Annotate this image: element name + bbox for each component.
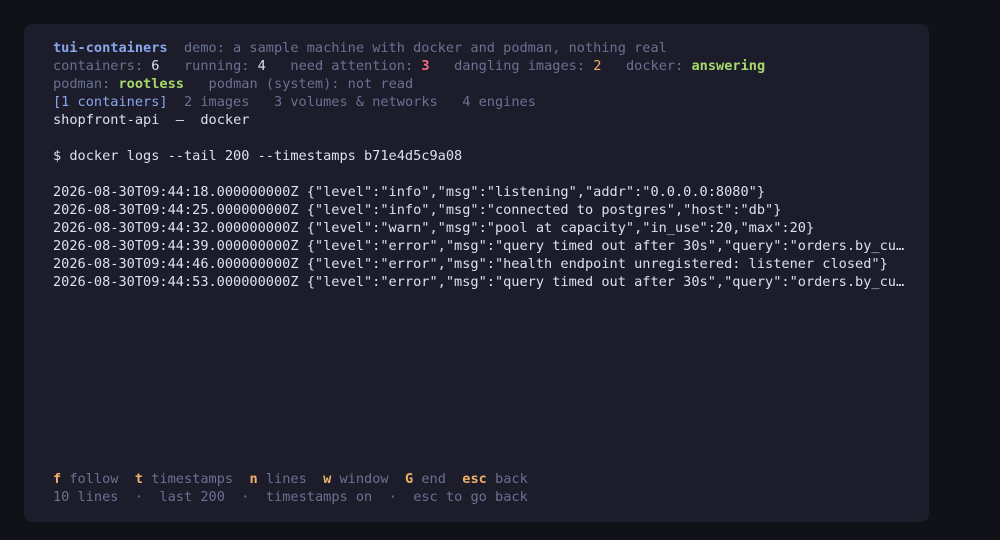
log-line: 2026-08-30T09:44:18.000000000Z {"level":… — [53, 184, 766, 200]
tail-count: last 200 — [159, 489, 225, 505]
podman-system-label: podman (system): — [208, 76, 340, 92]
footer-separator: · — [388, 489, 397, 505]
header-line: tui-containers demo: a sample machine wi… — [53, 39, 909, 57]
tab-containers[interactable]: [1 containers] — [53, 94, 168, 110]
engines-line: podman: rootless podman (system): not re… — [53, 75, 909, 93]
keybinding-bar: f follow t timestamps n lines w window G… — [53, 470, 528, 488]
key-window-label: window — [339, 471, 389, 487]
key-lines-label: lines — [265, 471, 307, 487]
podman-label: podman: — [53, 76, 111, 92]
podman-status: rootless — [118, 76, 184, 92]
engine-name: docker — [200, 112, 250, 128]
context-separator: — — [175, 112, 184, 128]
back-hint: esc to go back — [413, 489, 528, 505]
key-back[interactable]: esc — [462, 471, 487, 487]
docker-status: answering — [691, 58, 766, 74]
tab-volumes-networks[interactable]: 3 volumes & networks — [274, 94, 438, 110]
tab-bar: [1 containers] 2 images 3 volumes & netw… — [53, 93, 909, 111]
footer-status-line: 10 lines · last 200 · timestamps on · es… — [53, 488, 528, 506]
footer: f follow t timestamps n lines w window G… — [53, 470, 528, 506]
podman-system-status: not read — [347, 76, 414, 92]
log-line: 2026-08-30T09:44:25.000000000Z {"level":… — [53, 202, 782, 218]
log-line: 2026-08-30T09:44:46.000000000Z {"level":… — [53, 256, 888, 272]
key-end[interactable]: G — [405, 471, 413, 487]
running-label: running: — [183, 58, 250, 74]
containers-label: containers: — [53, 58, 144, 74]
attention-count: 3 — [421, 58, 430, 74]
context-line: shopfront-api — docker — [53, 111, 909, 129]
status-line: containers: 6 running: 4 need attention:… — [53, 57, 909, 75]
tab-images[interactable]: 2 images — [184, 94, 249, 110]
app-name: tui-containers — [53, 40, 168, 56]
container-name: shopfront-api — [53, 112, 160, 128]
key-lines[interactable]: n — [249, 471, 257, 487]
key-back-label: back — [495, 471, 528, 487]
footer-separator: · — [134, 489, 144, 505]
dangling-label: dangling images: — [454, 58, 586, 74]
log-line: 2026-08-30T09:44:53.000000000Z {"level":… — [53, 274, 909, 290]
key-end-label: end — [421, 471, 446, 487]
line-count: 10 lines — [53, 489, 119, 505]
key-window[interactable]: w — [323, 471, 331, 487]
app-tagline: demo: a sample machine with docker and p… — [183, 40, 667, 56]
command-line: $ docker logs --tail 200 --timestamps b7… — [53, 148, 463, 164]
dangling-count: 2 — [593, 58, 602, 74]
attention-label: need attention: — [290, 58, 414, 74]
running-count: 4 — [257, 58, 266, 74]
key-timestamps-label: timestamps — [151, 471, 234, 487]
log-output[interactable]: 2026-08-30T09:44:18.000000000Z {"level":… — [53, 183, 909, 291]
key-follow[interactable]: f — [53, 471, 61, 487]
terminal-window: tui-containers demo: a sample machine wi… — [24, 24, 929, 522]
timestamps-state: timestamps on — [265, 489, 373, 505]
key-timestamps[interactable]: t — [135, 471, 143, 487]
log-line: 2026-08-30T09:44:32.000000000Z {"level":… — [53, 220, 815, 236]
footer-separator: · — [241, 489, 250, 505]
docker-label: docker: — [625, 58, 684, 74]
key-follow-label: follow — [69, 471, 119, 487]
containers-count: 6 — [151, 58, 160, 74]
tab-engines[interactable]: 4 engines — [462, 94, 536, 110]
log-line: 2026-08-30T09:44:39.000000000Z {"level":… — [53, 238, 909, 254]
